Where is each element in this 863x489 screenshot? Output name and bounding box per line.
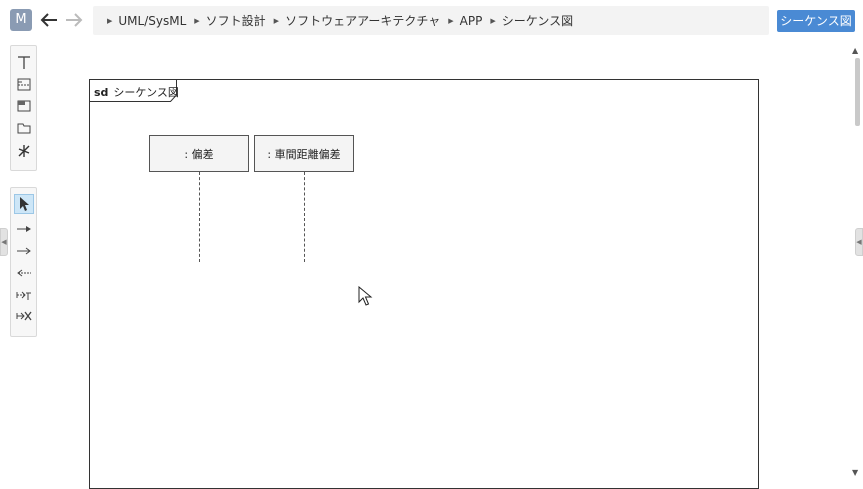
- frame-label: sd シーケンス図: [94, 84, 179, 100]
- left-panel-toggle[interactable]: ◀: [0, 228, 8, 256]
- arrow-right-icon: [66, 13, 83, 27]
- select-pointer-icon[interactable]: [14, 194, 34, 214]
- chevron-right-icon: ▶: [448, 16, 454, 25]
- lifeline-label: : 車間距離偏差: [267, 147, 341, 161]
- actor-tool-icon[interactable]: [14, 141, 34, 161]
- lifeline-label: : 偏差: [184, 147, 214, 161]
- structure-palette: [10, 45, 37, 171]
- breadcrumb-item[interactable]: ▶ UML/SysML: [107, 14, 186, 28]
- scroll-up-arrow[interactable]: ▲: [852, 46, 858, 55]
- chevron-right-icon: ▶: [194, 16, 200, 25]
- app-logo[interactable]: M: [10, 9, 32, 31]
- scroll-down-arrow[interactable]: ▼: [852, 468, 858, 477]
- sync-message-icon[interactable]: [14, 219, 34, 239]
- chevron-right-icon: ▶: [490, 16, 496, 25]
- breadcrumb: ▶ UML/SysML ▶ ソフト設計 ▶ ソフトウェアアーキテクチャ ▶ APP ▶ シ…: [93, 6, 769, 35]
- breadcrumb-item[interactable]: ▶ APP: [448, 14, 482, 28]
- chevron-right-icon: ▶: [273, 16, 280, 25]
- diagram-type-button[interactable]: シーケンス図: [777, 10, 855, 32]
- frame-kind: sd: [94, 86, 109, 99]
- frame-tool-icon[interactable]: [14, 118, 34, 138]
- lifeline-head[interactable]: : 偏差: [149, 135, 249, 172]
- combined-fragment-icon[interactable]: [14, 75, 34, 95]
- async-message-icon[interactable]: [14, 241, 34, 261]
- lifeline-line[interactable]: [304, 172, 305, 262]
- arrow-left-icon: [40, 13, 57, 27]
- chevron-right-icon: ▶: [107, 16, 113, 25]
- create-message-icon[interactable]: [14, 285, 34, 305]
- frame-name: シーケンス図: [113, 86, 179, 99]
- lifeline-line[interactable]: [199, 172, 200, 262]
- back-button[interactable]: [38, 8, 60, 32]
- chevron-left-icon: ◀: [1, 238, 7, 246]
- breadcrumb-item[interactable]: ▶ ソフト設計: [194, 12, 265, 29]
- reply-message-icon[interactable]: [14, 263, 34, 283]
- message-palette: [10, 187, 37, 337]
- forward-button[interactable]: [63, 8, 85, 32]
- mouse-cursor-icon: [358, 286, 373, 306]
- vertical-scrollbar-thumb[interactable]: [855, 58, 860, 126]
- right-panel-toggle[interactable]: ◀: [855, 228, 863, 256]
- lifeline-head[interactable]: : 車間距離偏差: [254, 135, 354, 172]
- destroy-message-icon[interactable]: [14, 306, 34, 326]
- lifeline-tool-icon[interactable]: [14, 52, 34, 72]
- interaction-use-icon[interactable]: [14, 96, 34, 116]
- breadcrumb-item[interactable]: ▶ シーケンス図: [490, 12, 573, 29]
- chevron-left-icon: ◀: [856, 238, 862, 246]
- breadcrumb-item[interactable]: ▶ ソフトウェアアーキテクチャ: [274, 12, 441, 29]
